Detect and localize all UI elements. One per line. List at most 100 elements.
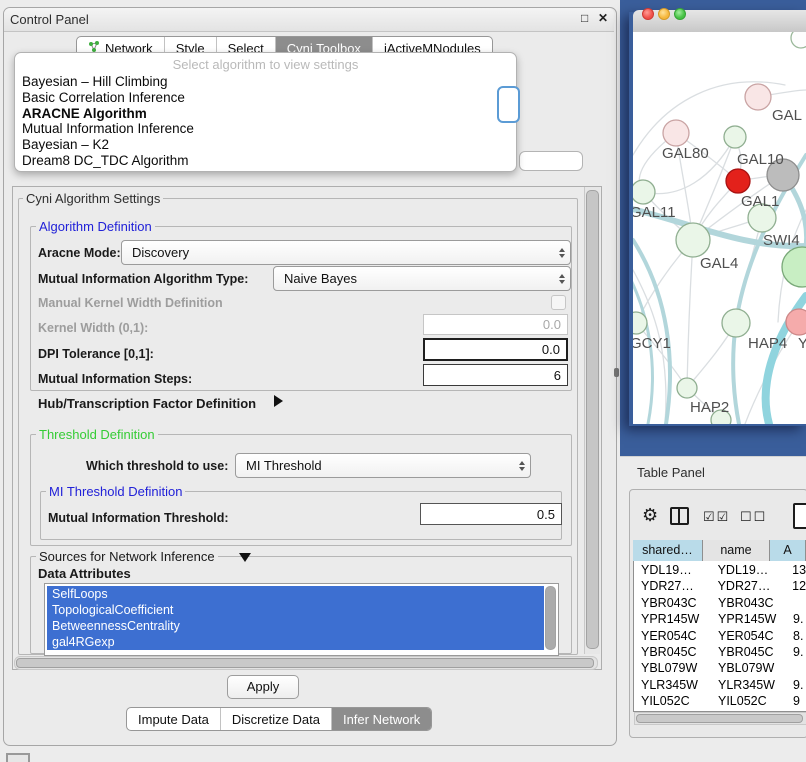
node-label: GAL10	[737, 151, 784, 168]
document-icon[interactable]	[793, 503, 806, 529]
algorithm-option[interactable]: Mutual Information Inference	[15, 121, 516, 137]
table-row[interactable]: YPR145WYPR145W9.	[634, 611, 806, 627]
apply-button[interactable]: Apply	[227, 675, 299, 699]
network-node[interactable]	[786, 309, 806, 335]
table-cell: YER054C	[634, 628, 712, 644]
table-cell: YBR045C	[634, 644, 712, 660]
network-edge[interactable]	[687, 240, 693, 388]
column-header-2[interactable]: name	[703, 540, 770, 561]
collapse-arrow-icon[interactable]	[239, 553, 251, 562]
network-node[interactable]	[676, 223, 710, 257]
algorithm-option[interactable]: Basic Correlation Inference	[15, 90, 516, 106]
close-panel-icon[interactable]: ✕	[598, 11, 608, 25]
table-row[interactable]: YER054CYER054C8.	[634, 628, 806, 644]
data-attributes-listbox[interactable]: SelfLoopsTopologicalCoefficientBetweenne…	[44, 583, 559, 656]
collapsed-panel-button[interactable]	[6, 753, 30, 762]
algorithm-popup: Select algorithm to view settings Bayesi…	[14, 52, 517, 172]
checked-checkboxes-icon[interactable]: ☑☑	[703, 509, 730, 525]
aracne-mode-select[interactable]: Discovery	[121, 240, 571, 265]
algorithm-option[interactable]: Bayesian – Hill Climbing	[15, 74, 516, 90]
settings-vscrollbar-thumb[interactable]	[586, 190, 599, 649]
minimize-window-icon[interactable]	[658, 8, 670, 20]
network-node[interactable]	[791, 32, 806, 48]
table-row[interactable]: YDR27…YDR27…12	[634, 578, 806, 594]
table-cell: 9.	[787, 677, 803, 693]
settings-hscrollbar-thumb[interactable]	[16, 658, 594, 668]
panel-splitter-handle[interactable]	[614, 368, 619, 377]
gear-icon[interactable]: ⚙	[642, 505, 658, 526]
table-row[interactable]: YLR345WYLR345W9.	[634, 677, 806, 693]
dpi-tolerance-label: DPI Tolerance [0,1]:	[38, 347, 154, 361]
control-panel-titlebar	[4, 8, 614, 32]
network-node[interactable]	[745, 84, 771, 110]
stepper-icon	[554, 248, 570, 258]
table-cell: YBR043C	[634, 595, 712, 611]
table-cell: YER054C	[712, 628, 787, 644]
data-attribute-item[interactable]: SelfLoops	[47, 586, 544, 602]
table-hscrollbar-track[interactable]	[634, 712, 806, 725]
stepper-icon	[514, 461, 530, 471]
network-edge[interactable]	[733, 323, 739, 424]
node-label: GAL1	[741, 193, 779, 210]
table-row[interactable]: YBL079WYBL079W	[634, 660, 806, 676]
columns-icon[interactable]	[670, 507, 689, 525]
settings-vscrollbar-track[interactable]	[584, 187, 600, 654]
node-label: HAP4	[748, 335, 787, 352]
table-panel-title: Table Panel	[637, 465, 705, 480]
network-node[interactable]	[722, 309, 750, 337]
settings-hscrollbar-track[interactable]	[14, 656, 598, 670]
mi-steps-input[interactable]	[423, 364, 568, 386]
table-cell: YLR345W	[712, 677, 787, 693]
network-node[interactable]	[633, 180, 655, 204]
table-row[interactable]: YIL052CYIL052C9	[634, 693, 806, 709]
table-cell: YBL079W	[712, 660, 787, 676]
algorithm-option[interactable]: Dream8 DC_TDC Algorithm	[15, 153, 516, 169]
aracne-mode-label: Aracne Mode:	[38, 246, 121, 260]
network-view[interactable]: GALGAL80GAL10GAL11GAL1SWI4GAL4GCY1HAP4YH…	[633, 32, 806, 424]
table-cell: 12	[786, 578, 806, 594]
node-label: SWI4	[763, 232, 800, 249]
network-node[interactable]	[724, 126, 746, 148]
algorithm-option[interactable]: ARACNE Algorithm	[15, 106, 516, 122]
expand-arrow-icon[interactable]	[274, 395, 283, 407]
algorithm-popup-placeholder: Select algorithm to view settings	[15, 53, 516, 74]
network-edge[interactable]	[636, 323, 687, 388]
node-label: Y	[798, 335, 806, 352]
node-label: GAL11	[633, 204, 676, 221]
table-row[interactable]: YBR045CYBR045C9.	[634, 644, 806, 660]
kernel-width-input	[423, 314, 568, 335]
tab-discretize-data[interactable]: Discretize Data	[221, 708, 332, 730]
float-panel-icon[interactable]: □	[581, 11, 588, 25]
table-cell	[787, 660, 793, 676]
network-node[interactable]	[677, 378, 697, 398]
node-label: GAL80	[662, 145, 709, 162]
hub-definition-label[interactable]: Hub/Transcription Factor Definition	[38, 396, 256, 411]
listbox-scrollbar[interactable]	[545, 586, 556, 650]
data-attribute-item[interactable]: BetweennessCentrality	[47, 618, 544, 634]
network-node[interactable]	[782, 247, 806, 287]
tab-impute-data[interactable]: Impute Data	[127, 708, 221, 730]
mi-threshold-group-title: MI Threshold Definition	[46, 484, 185, 499]
close-window-icon[interactable]	[642, 8, 654, 20]
table-row[interactable]: YBR043CYBR043C	[634, 595, 806, 611]
which-threshold-select[interactable]: MI Threshold	[235, 453, 531, 478]
network-node[interactable]	[726, 169, 750, 193]
column-header-3[interactable]: A	[770, 540, 806, 561]
dpi-tolerance-input[interactable]	[423, 338, 568, 361]
table-hscrollbar-thumb[interactable]	[636, 714, 803, 723]
data-attribute-item[interactable]: gal4RGexp	[47, 634, 544, 650]
table-row[interactable]: YDL19…YDL19…13	[634, 562, 806, 578]
network-node[interactable]	[663, 120, 689, 146]
unchecked-checkboxes-icon[interactable]: ☐☐	[740, 509, 767, 525]
tab-infer-network[interactable]: Infer Network	[332, 708, 431, 730]
algorithm-option[interactable]: Bayesian – K2	[15, 137, 516, 153]
mi-steps-label: Mutual Information Steps:	[38, 372, 192, 386]
data-attribute-item[interactable]: TopologicalCoefficient	[47, 602, 544, 618]
table-cell: YIL052C	[634, 693, 712, 709]
stepper-icon	[554, 274, 570, 284]
table-cell: YBR045C	[712, 644, 787, 660]
mi-threshold-input[interactable]	[420, 503, 562, 525]
zoom-window-icon[interactable]	[674, 8, 686, 20]
mi-algorithm-type-select[interactable]: Naive Bayes	[273, 266, 571, 291]
column-header-1[interactable]: shared…	[633, 540, 703, 561]
